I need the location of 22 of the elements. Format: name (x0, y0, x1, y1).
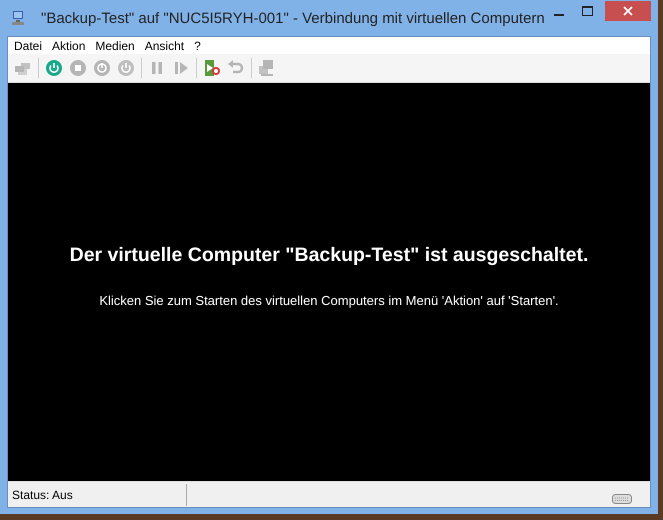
power-icon (93, 59, 111, 77)
screen-hint: Klicken Sie zum Starten des virtuellen Computers im Menü 'Aktion' auf 'Starten'. (99, 293, 559, 308)
power-icon (45, 59, 63, 77)
close-button[interactable] (605, 1, 651, 21)
computer-icon (11, 10, 27, 26)
power-icon (117, 59, 135, 77)
window-title: "Backup-Test" auf "NUC5I5RYH-001" - Verbindung mit virtuellen Computern (41, 10, 545, 26)
play-record-icon (203, 59, 221, 77)
stop-icon (69, 59, 87, 77)
maximize-icon (582, 6, 592, 16)
menu-item[interactable]: Ansicht (144, 38, 192, 52)
minimize-icon (554, 14, 564, 16)
play-icon (172, 59, 190, 77)
menu-item[interactable]: Medien (94, 38, 142, 52)
status-text: Status: Aus (12, 488, 73, 502)
keyboard-icon (612, 494, 632, 504)
menu-item[interactable]: ? (193, 38, 208, 52)
menu-item[interactable]: Aktion (51, 38, 92, 52)
menu-item[interactable]: Datei (13, 38, 50, 52)
screen-heading: Der virtuelle Computer "Backup-Test" ist ausgeschaltet. (70, 244, 588, 267)
monitors-icon (258, 59, 276, 77)
close-icon (623, 6, 633, 16)
